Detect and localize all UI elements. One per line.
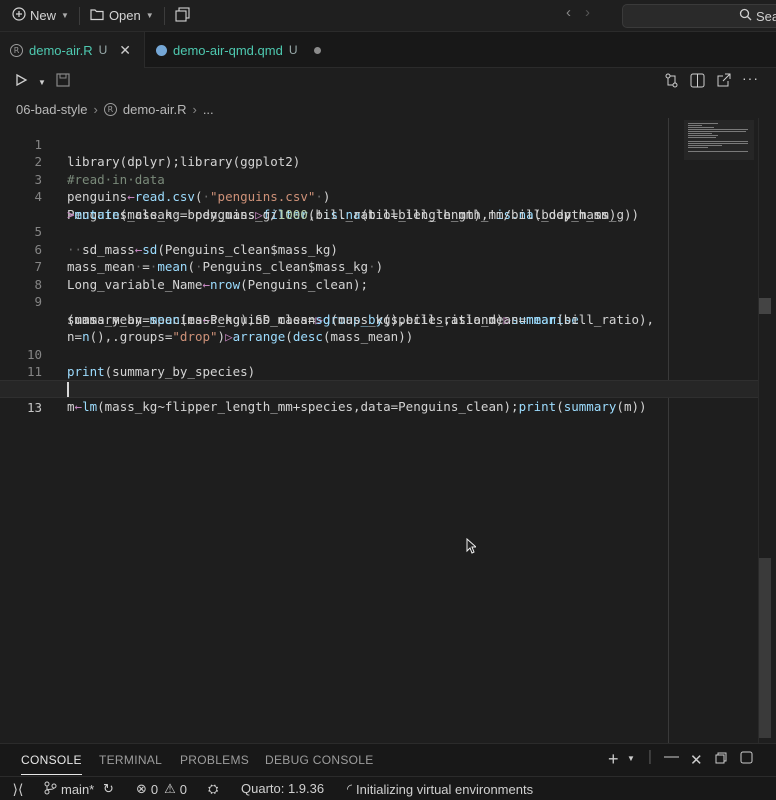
chevron-down-icon[interactable]: ▼ [38, 78, 46, 87]
progress-indicator[interactable]: ◜ Initializing virtual environments [347, 781, 533, 797]
tab-terminal[interactable]: TERMINAL [99, 753, 162, 767]
branch-indicator[interactable]: main* [44, 781, 94, 798]
quarto-version[interactable]: Quarto: 1.9.36 [241, 781, 324, 796]
toolbar-divider [78, 6, 80, 25]
breadcrumb-more[interactable]: ... [203, 102, 214, 117]
current-line[interactable]: 13 [0, 380, 760, 415]
open-button[interactable]: Open ▼ [84, 4, 160, 28]
top-toolbar: New ▼ Open ▼ ‹ › Sea [0, 0, 776, 32]
debug-icon[interactable]: ⛭ [208, 781, 218, 797]
close-panel-icon[interactable]: ✕ [690, 751, 703, 769]
new-button[interactable]: New ▼ [6, 4, 75, 28]
code-line[interactable]: >mutate(mass_kg=body_mass_g/1000,bill_ra… [0, 188, 760, 222]
modified-indicator: U [288, 43, 298, 57]
breadcrumb-folder[interactable]: 06-bad-style [16, 102, 88, 117]
chevron-down-icon: ▼ [61, 11, 69, 20]
progress-label: Initializing virtual environments [356, 781, 534, 797]
search-icon [739, 8, 752, 24]
branch-name: main* [61, 782, 95, 797]
modified-indicator: U [98, 43, 108, 57]
tab-demo-air-qmd[interactable]: demo-air-qmd.qmd U [146, 32, 336, 68]
remote-indicator-icon[interactable]: ⟩⟨ [0, 777, 36, 800]
code-editor[interactable]: 1 library(dplyr);library(ggplot2) 2 #rea… [0, 118, 776, 743]
add-icon[interactable]: + [608, 749, 619, 770]
tab-label: demo-air-qmd.qmd [173, 42, 283, 58]
tab-console[interactable]: CONSOLE [21, 753, 82, 775]
save-all-button[interactable] [169, 4, 196, 28]
code-line[interactable]: 3 penguins←read.csv(·"penguins.csv"·) [0, 153, 760, 205]
folder-icon [90, 8, 105, 24]
line-code: m←lm(mass_kg~flipper_length_mm+species,d… [67, 399, 647, 414]
tab-demo-air-r[interactable]: R demo-air.R U ✕ [0, 32, 145, 68]
chevron-down-icon: ▼ [145, 11, 154, 20]
divider: | [648, 748, 652, 765]
editor-tabs: R demo-air.R U ✕ demo-air-qmd.qmd U [0, 32, 776, 68]
open-external-icon[interactable] [716, 73, 731, 91]
breadcrumb: 06-bad-style › R demo-air.R › ... [16, 99, 214, 119]
toolbar-divider [163, 6, 165, 25]
code-line[interactable]: 1 library(dplyr);library(ggplot2) [0, 118, 760, 170]
forward-arrow-icon[interactable]: › [585, 4, 590, 21]
minimize-icon[interactable]: — [664, 748, 679, 765]
save-icon[interactable] [56, 73, 70, 90]
code-line[interactable]: 11 [0, 346, 760, 379]
line-number: 13 [26, 399, 42, 415]
code-line[interactable]: 9 summary_by_species←Penguins_clean▷grou… [0, 276, 760, 327]
problems-indicator[interactable]: ⊗ 0 ⚠ 0 [136, 781, 187, 797]
bottom-panel: CONSOLE TERMINAL PROBLEMS DEBUG CONSOLE … [0, 743, 776, 776]
error-count: 0 [150, 781, 159, 797]
error-icon: ⊗ [136, 781, 147, 796]
run-icon[interactable] [14, 73, 28, 90]
chevron-down-icon[interactable]: ▼ [627, 754, 635, 763]
quarto-version-label: Quarto: 1.9.36 [241, 781, 325, 796]
r-file-icon: R [103, 102, 117, 116]
code-line[interactable]: 5 ··sd_mass←sd(Penguins_clean$mass_kg) [0, 206, 760, 257]
vertical-scrollbar[interactable] [758, 118, 771, 743]
compare-changes-icon[interactable] [664, 73, 679, 91]
code-line[interactable]: 8 [0, 258, 760, 292]
close-icon[interactable]: ✕ [119, 42, 131, 59]
git-branch-icon [44, 781, 57, 798]
panel-layout-icon[interactable] [740, 751, 753, 768]
text-cursor [67, 382, 69, 397]
chevron-right-icon: › [93, 101, 98, 117]
new-label: New [30, 8, 57, 23]
code-line[interactable]: 2 #read·in·data [0, 136, 760, 187]
code-line[interactable]: 10 print(summary_by_species) [0, 328, 760, 380]
code-line[interactable]: 6 mass_mean·=·mean(·Penguins_clean$mass_… [0, 223, 760, 275]
chevron-right-icon: › [192, 101, 197, 117]
search-input[interactable]: Sea [622, 4, 776, 28]
mouse-cursor-icon [466, 538, 476, 554]
code-line[interactable]: 12 m←lm(mass_kg~flipper_length_mm+specie… [0, 363, 760, 415]
back-arrow-icon[interactable]: ‹ [566, 4, 571, 21]
plus-circle-icon [12, 7, 26, 24]
quarto-file-icon [156, 44, 167, 56]
more-actions-icon[interactable]: ··· [742, 70, 759, 86]
unsaved-dot-icon[interactable] [313, 46, 321, 54]
warning-count: 0 [179, 781, 188, 797]
split-editor-icon[interactable] [690, 73, 705, 91]
code-line[interactable]: n=n(),.groups="drop")▷arrange(desc(mass_… [0, 311, 760, 344]
code-line[interactable]: (mass_mean=mean(mass_kg),SD_mass=sd(mass… [0, 293, 760, 327]
warning-icon: ⚠ [164, 781, 176, 796]
status-bar: ⟩⟨ main* ↻ ⊗ 0 ⚠ 0 ⛭ Quarto: 1.9.36 ◜ In… [0, 776, 776, 800]
spinner-icon: ◜ [347, 781, 353, 796]
breadcrumb-file[interactable]: demo-air.R [123, 102, 187, 117]
editor-actions: ▼ ··· [0, 68, 776, 96]
code-line[interactable]: 7 Long_variable_Name←nrow(Penguins_clean… [0, 241, 760, 292]
tab-problems[interactable]: PROBLEMS [180, 753, 249, 767]
scrollbar-thumb[interactable] [759, 298, 771, 314]
r-file-icon: R [10, 43, 23, 57]
sync-icon[interactable]: ↻ [103, 781, 114, 797]
code-line[interactable]: 4 Penguins_clean·=·penguins▷filter(!is.n… [0, 171, 760, 222]
tab-label: demo-air.R [29, 42, 93, 58]
restore-panel-icon[interactable] [715, 751, 727, 768]
navigation-arrows: ‹ › [566, 4, 590, 21]
tab-debug-console[interactable]: DEBUG CONSOLE [265, 753, 374, 767]
open-label: Open [108, 8, 141, 23]
minimap[interactable] [684, 120, 754, 160]
search-label: Sea [756, 8, 776, 24]
scrollbar-track [759, 558, 771, 738]
save-all-icon [175, 6, 190, 25]
